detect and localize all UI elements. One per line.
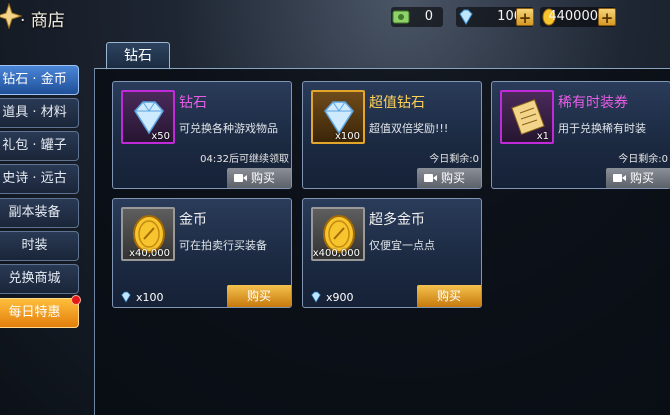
tab-diamond[interactable]: 钻石 <box>106 42 170 70</box>
item-thumbnail: x40,000 <box>121 207 175 261</box>
sidebar-item-packs-jars[interactable]: 礼包 · 罐子 <box>0 131 79 161</box>
watch-ad-buy-button[interactable]: 购买 <box>606 168 670 188</box>
price-value: x900 <box>326 291 354 304</box>
notification-dot <box>71 295 81 305</box>
page-title: · 商店 <box>20 11 65 31</box>
cash-icon <box>392 10 410 24</box>
sidebar-item-exchange[interactable]: 兑换商城 <box>0 264 79 294</box>
item-thumbnail: x100 <box>311 90 365 144</box>
add-gold-button[interactable]: + <box>598 8 616 27</box>
watch-ad-buy-button[interactable]: 购买 <box>227 168 291 188</box>
item-name: 钻石 <box>179 95 207 111</box>
add-gems-button[interactable]: + <box>516 8 534 27</box>
cash-counter: 0 <box>391 7 443 27</box>
item-price: x900 <box>309 290 354 304</box>
item-price: x100 <box>119 290 164 304</box>
item-description: 可兑换各种游戏物品 <box>179 122 278 135</box>
item-thumbnail: x1 <box>500 90 554 144</box>
shop-card-mega-gold[interactable]: x400,000 超多金币 仅便宜一点点 x900 购买 <box>302 198 482 308</box>
item-quantity: x40,000 <box>129 248 170 259</box>
button-label: 购买 <box>251 171 276 185</box>
item-description: 仅便宜一点点 <box>369 239 435 252</box>
shop-card-diamond[interactable]: x50 钻石 可兑换各种游戏物品 04:32后可继续领取 购买 <box>112 81 292 189</box>
sidebar-item-dungeon-gear[interactable]: 副本装备 <box>0 198 79 228</box>
item-quantity: x50 <box>151 131 170 142</box>
shop-card-gold[interactable]: x40,000 金币 可在拍卖行买装备 x100 购买 <box>112 198 292 308</box>
item-description: 可在拍卖行买装备 <box>179 239 267 252</box>
sidebar-item-diamond-gold[interactable]: 钻石 · 金币 <box>0 65 79 95</box>
item-thumbnail: x400,000 <box>311 207 365 261</box>
price-value: x100 <box>136 291 164 304</box>
button-label: 购买 <box>441 171 466 185</box>
item-name: 金币 <box>179 212 207 228</box>
item-quantity: x400,000 <box>312 248 360 259</box>
item-name: 超多金币 <box>369 212 425 228</box>
item-quantity: x100 <box>334 131 360 142</box>
sidebar-item-fashion[interactable]: 时装 <box>0 231 79 261</box>
item-remaining: 今日剩余:0 <box>618 154 668 165</box>
item-description: 用于兑换稀有时装 <box>558 122 646 135</box>
item-name: 稀有时装券 <box>558 95 628 111</box>
gem-icon <box>459 9 473 25</box>
video-camera-icon <box>424 174 437 182</box>
item-quantity: x1 <box>536 131 549 142</box>
item-name: 超值钻石 <box>369 95 425 111</box>
gold-value: 440000 <box>548 9 598 24</box>
sidebar-item-daily-deal[interactable]: 每日特惠 <box>0 295 81 328</box>
top-bar: · 商店 0 100 + 440000 + <box>0 0 670 36</box>
video-camera-icon <box>234 174 247 182</box>
buy-button[interactable]: 购买 <box>227 285 291 307</box>
gem-icon <box>121 291 131 303</box>
gem-icon <box>311 291 321 303</box>
item-description: 超值双倍奖励!!! <box>369 122 449 135</box>
sidebar-item-items-materials[interactable]: 道具 · 材料 <box>0 98 79 128</box>
item-thumbnail: x50 <box>121 90 175 144</box>
button-label: 购买 <box>630 171 655 185</box>
buy-button[interactable]: 购买 <box>417 285 481 307</box>
sidebar-item-epic-ancient[interactable]: 史诗 · 远古 <box>0 164 79 194</box>
item-cooldown: 04:32后可继续领取 <box>200 154 289 165</box>
shop-card-value-diamond[interactable]: x100 超值钻石 超值双倍奖励!!! 今日剩余:0 购买 <box>302 81 482 189</box>
sidebar-item-label: 每日特惠 <box>8 305 61 320</box>
video-camera-icon <box>613 174 626 182</box>
item-remaining: 今日剩余:0 <box>429 154 479 165</box>
shop-card-rare-fashion-ticket[interactable]: x1 稀有时装券 用于兑换稀有时装 今日剩余:0 购买 <box>491 81 670 189</box>
shop-star-icon <box>0 3 22 29</box>
cash-value: 0 <box>424 9 433 24</box>
watch-ad-buy-button[interactable]: 购买 <box>417 168 481 188</box>
